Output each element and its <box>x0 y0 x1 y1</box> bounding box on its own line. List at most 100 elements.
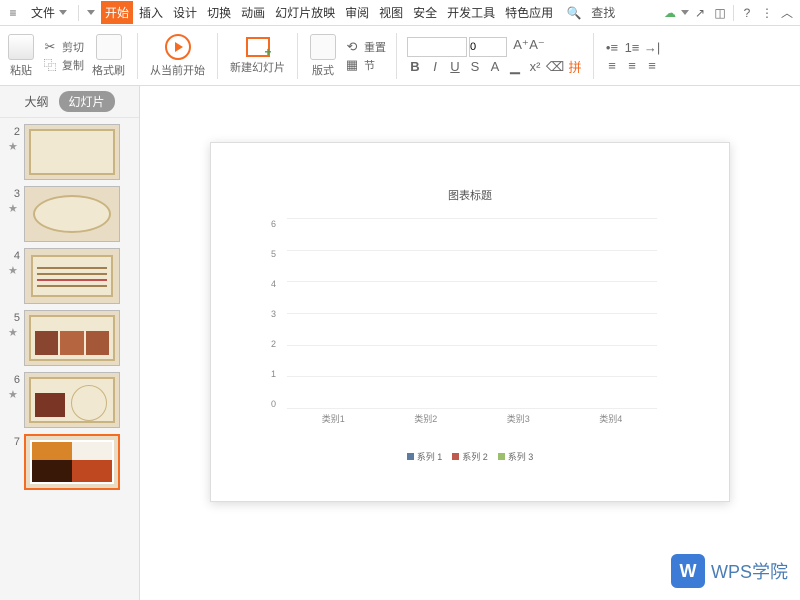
tab-animation[interactable]: 动画 <box>237 1 269 24</box>
align-center-icon[interactable]: ≡ <box>624 58 640 74</box>
underline-icon[interactable]: U <box>447 59 463 75</box>
wps-logo-icon: W <box>671 554 705 588</box>
copy-icon: ⿻ <box>42 57 58 73</box>
bullets-icon[interactable]: •≡ <box>604 40 620 56</box>
chart-bars: 类别1类别2类别3类别4 <box>287 219 657 409</box>
new-slide-icon <box>246 37 270 57</box>
ribbon: 粘贴 ✂剪切 ⿻复制 格式刷 从当前开始 新建幻灯片 版式 ⟲重置 ▦节 A⁺ … <box>0 26 800 86</box>
tab-design[interactable]: 设计 <box>169 1 201 24</box>
format-painter-button[interactable]: 格式刷 <box>90 34 127 78</box>
wps-brand-label: WPS学院 <box>711 558 788 584</box>
slide-thumbnail[interactable] <box>24 124 120 180</box>
tab-featured[interactable]: 特色应用 <box>501 1 557 24</box>
copy-button[interactable]: ⿻复制 <box>42 57 84 73</box>
legend-swatch <box>407 453 414 460</box>
tab-devtools[interactable]: 开发工具 <box>443 1 499 24</box>
bold-icon[interactable]: B <box>407 59 423 75</box>
superscript-icon[interactable]: x² <box>527 59 543 75</box>
menubar: ≡ 文件 开始 插入 设计 切换 动画 幻灯片放映 审阅 视图 安全 开发工具 … <box>0 0 800 26</box>
tab-transition[interactable]: 切换 <box>203 1 235 24</box>
y-axis: 0123456 <box>271 219 276 409</box>
search-icon[interactable]: 🔍 <box>565 4 583 22</box>
star-icon: ★ <box>8 390 18 400</box>
x-label: 类别2 <box>380 412 473 425</box>
slide-thumbnail[interactable] <box>24 248 120 304</box>
more-icon[interactable]: ⋮ <box>758 4 776 22</box>
x-label: 类别4 <box>565 412 658 425</box>
tab-insert[interactable]: 插入 <box>135 1 167 24</box>
collapse-ribbon-icon[interactable]: ︿ <box>778 4 796 22</box>
file-menu[interactable]: 文件 <box>24 1 74 24</box>
brush-icon <box>96 34 122 60</box>
legend-swatch <box>452 453 459 460</box>
play-icon <box>165 34 191 60</box>
canvas: 图表标题 0123456 类别1类别2类别3类别4 系列 1系列 2系列 3 <box>140 86 800 600</box>
star-icon: ★ <box>8 142 18 152</box>
slide-number: 3 <box>6 186 20 200</box>
slide-number: 4 <box>6 248 20 262</box>
font-grow-icon[interactable]: A⁺ <box>513 37 529 53</box>
strike-icon[interactable]: S <box>467 59 483 75</box>
align-left-icon[interactable]: ≡ <box>604 58 620 74</box>
indent-icon[interactable]: →| <box>644 40 660 56</box>
tab-review[interactable]: 审阅 <box>341 1 373 24</box>
paste-icon <box>8 34 34 60</box>
star-icon: ★ <box>8 266 18 276</box>
paste-group[interactable]: 粘贴 <box>6 34 36 78</box>
star-icon: ★ <box>8 328 18 338</box>
tab-security[interactable]: 安全 <box>409 1 441 24</box>
align-right-icon[interactable]: ≡ <box>644 58 660 74</box>
star-icon: ★ <box>8 204 18 214</box>
share-icon[interactable]: ↗ <box>691 4 709 22</box>
separator <box>733 5 734 21</box>
slide-thumbnail[interactable] <box>24 186 120 242</box>
reset-button[interactable]: ⟲重置 <box>344 39 386 55</box>
x-label: 类别3 <box>472 412 565 425</box>
cut-button[interactable]: ✂剪切 <box>42 39 84 55</box>
legend-label: 系列 3 <box>508 450 534 463</box>
chart-legend: 系列 1系列 2系列 3 <box>211 450 729 463</box>
section-button[interactable]: ▦节 <box>344 57 386 73</box>
file-label: 文件 <box>31 4 55 21</box>
pinyin-icon[interactable]: 拼 <box>567 59 583 75</box>
layout-button[interactable]: 版式 <box>308 34 338 78</box>
highlight-icon[interactable]: ▁ <box>507 59 523 75</box>
tab-view[interactable]: 视图 <box>375 1 407 24</box>
cloud-icon[interactable]: ☁ <box>661 4 679 22</box>
slide[interactable]: 图表标题 0123456 类别1类别2类别3类别4 系列 1系列 2系列 3 <box>210 142 730 502</box>
search-label[interactable]: 查找 <box>591 4 615 21</box>
font-color-icon[interactable]: A <box>487 59 503 75</box>
slide-thumbnail[interactable] <box>24 434 120 490</box>
italic-icon[interactable]: I <box>427 59 443 75</box>
paragraph-group: •≡ 1≡ →| ≡ ≡ ≡ <box>604 38 660 74</box>
legend-label: 系列 2 <box>462 450 488 463</box>
qat-dropdown-icon[interactable] <box>87 10 95 15</box>
slide-number: 6 <box>6 372 20 386</box>
numbering-icon[interactable]: 1≡ <box>624 40 640 56</box>
font-size-select[interactable] <box>469 37 507 57</box>
slide-panel: 大纲 幻灯片 2 ★ 3 ★ 4 ★ 5 ★ 6 ★ 7 <box>0 86 140 600</box>
slides-tab[interactable]: 幻灯片 <box>59 91 115 112</box>
help-icon[interactable]: ? <box>738 4 756 22</box>
chevron-down-icon[interactable] <box>681 10 689 15</box>
reset-icon: ⟲ <box>344 39 360 55</box>
chevron-down-icon <box>59 10 67 15</box>
slide-number: 7 <box>6 434 20 448</box>
clear-format-icon[interactable]: ⌫ <box>547 59 563 75</box>
font-family-select[interactable] <box>407 37 467 57</box>
font-shrink-icon[interactable]: A⁻ <box>529 37 545 53</box>
start-slideshow-button[interactable]: 从当前开始 <box>148 34 207 78</box>
window-icon[interactable]: ◫ <box>711 4 729 22</box>
slide-number: 2 <box>6 124 20 138</box>
slide-thumbnail[interactable] <box>24 310 120 366</box>
chart: 0123456 类别1类别2类别3类别4 <box>287 219 657 409</box>
slide-number: 5 <box>6 310 20 324</box>
app-menu-icon[interactable]: ≡ <box>4 4 22 22</box>
slide-thumbnail[interactable] <box>24 372 120 428</box>
new-slide-button[interactable]: 新建幻灯片 <box>228 37 287 75</box>
main-area: 大纲 幻灯片 2★3★4★5★6★7 ≪ 图表标题 0123456 类别1类别2… <box>0 86 800 600</box>
tab-slideshow[interactable]: 幻灯片放映 <box>271 1 339 24</box>
outline-tab[interactable]: 大纲 <box>24 93 48 110</box>
tab-home[interactable]: 开始 <box>101 1 133 24</box>
thumbnail-list: 2 ★ 3 ★ 4 ★ 5 ★ 6 ★ 7 <box>0 118 139 600</box>
